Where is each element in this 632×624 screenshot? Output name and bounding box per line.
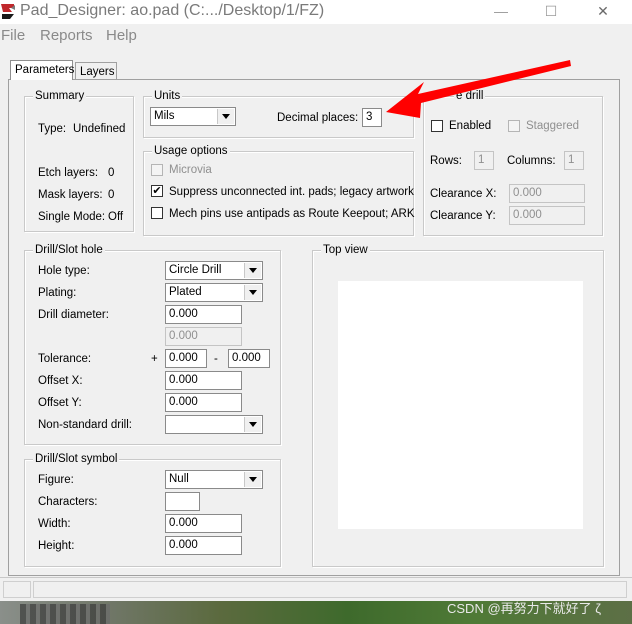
plating-label: Plating: — [38, 287, 77, 299]
maximize-button[interactable]: ☐ — [528, 0, 574, 24]
clearance-y-input[interactable]: 0.000 — [509, 206, 585, 225]
offset-y-label: Offset Y: — [38, 397, 82, 409]
drill-diameter-input[interactable]: 0.000 — [165, 305, 242, 324]
chevron-down-icon — [244, 417, 261, 432]
summary-title: Summary — [33, 89, 87, 103]
status-pane-left — [3, 581, 31, 598]
figure-label: Figure: — [38, 474, 74, 486]
tolerance-minus-sign: - — [214, 353, 218, 365]
height-label: Height: — [38, 540, 75, 552]
title-bar: Pad_Designer: ao.pad (C:.../Desktop/1/FZ… — [0, 0, 632, 24]
mask-layers-label: Mask layers: — [38, 189, 103, 201]
tab-parameters[interactable]: Parameters — [10, 60, 74, 80]
staggered-checkbox[interactable] — [508, 120, 520, 132]
usage-options-group: Usage options Microvia ✔ Suppress unconn… — [143, 144, 415, 236]
multi-drill-enabled-label: Enabled — [449, 120, 492, 132]
chevron-down-icon — [244, 472, 261, 487]
etch-layers-value: 0 — [108, 167, 115, 179]
type-value: Undefined — [73, 123, 126, 135]
top-view-group: Top view — [312, 243, 604, 567]
summary-group: Summary Type: Undefined Etch layers: 0 M… — [24, 89, 134, 232]
microvia-checkbox[interactable] — [151, 164, 163, 176]
app-icon — [1, 4, 15, 19]
minimize-button[interactable]: — — [478, 0, 524, 24]
usage-options-title: Usage options — [152, 144, 230, 158]
microvia-label: Microvia — [169, 164, 212, 176]
multiple-drill-title: e drill — [454, 89, 486, 103]
watermark-text: CSDN @再努力下就好了 ζ — [447, 601, 601, 616]
chevron-down-icon — [244, 285, 261, 300]
chevron-down-icon — [244, 263, 261, 278]
menu-help[interactable]: Help — [106, 27, 137, 44]
pad-designer-window: Pad_Designer: ao.pad (C:.../Desktop/1/FZ… — [0, 0, 632, 601]
non-standard-drill-label: Non-standard drill: — [38, 419, 132, 431]
etch-layers-label: Etch layers: — [38, 167, 99, 179]
characters-input[interactable] — [165, 492, 200, 511]
offset-x-label: Offset X: — [38, 375, 83, 387]
window-title: Pad_Designer: ao.pad (C:.../Desktop/1/FZ… — [20, 2, 325, 19]
suppress-unconnected-label: Suppress unconnected int. pads; legacy a… — [169, 186, 414, 198]
parameters-panel: Summary Type: Undefined Etch layers: 0 M… — [8, 79, 620, 576]
multiple-drill-group: e drill Enabled Staggered Rows: 1 Column… — [423, 89, 603, 236]
drill-diameter-label: Drill diameter: — [38, 309, 109, 321]
mech-pins-checkbox[interactable] — [151, 207, 163, 219]
height-input[interactable]: 0.000 — [165, 536, 242, 555]
tolerance-plus-sign: + — [151, 353, 158, 365]
offset-x-input[interactable]: 0.000 — [165, 371, 242, 390]
drill-diameter-secondary-input[interactable]: 0.000 — [165, 327, 242, 346]
width-label: Width: — [38, 518, 71, 530]
clearance-x-input[interactable]: 0.000 — [509, 184, 585, 203]
columns-label: Columns: — [507, 155, 556, 167]
top-view-title: Top view — [321, 243, 370, 257]
plating-select[interactable]: Plated — [165, 283, 263, 302]
chevron-down-icon — [217, 109, 234, 124]
clearance-y-label: Clearance Y: — [430, 210, 496, 222]
close-button[interactable]: ✕ — [580, 0, 626, 24]
hole-type-select[interactable]: Circle Drill — [165, 261, 263, 280]
drill-slot-symbol-group: Drill/Slot symbol Figure: Null Character… — [24, 452, 281, 567]
decimal-places-label: Decimal places: — [277, 112, 359, 124]
rows-input[interactable]: 1 — [474, 151, 494, 170]
tab-layers[interactable]: Layers — [75, 62, 117, 80]
units-select[interactable]: Mils — [150, 107, 236, 126]
characters-label: Characters: — [38, 496, 98, 508]
non-standard-drill-select[interactable] — [165, 415, 263, 434]
tolerance-label: Tolerance: — [38, 353, 92, 365]
single-mode-label: Single Mode: — [38, 211, 106, 223]
plating-value: Plated — [169, 286, 202, 298]
menu-file[interactable]: File — [1, 27, 25, 44]
figure-select[interactable]: Null — [165, 470, 263, 489]
columns-input[interactable]: 1 — [564, 151, 584, 170]
tolerance-minus-input[interactable]: 0.000 — [228, 349, 270, 368]
units-title: Units — [152, 89, 183, 103]
offset-y-input[interactable]: 0.000 — [165, 393, 242, 412]
hole-type-label: Hole type: — [38, 265, 90, 277]
menu-bar: File Reports Help — [0, 25, 632, 47]
units-select-value: Mils — [154, 110, 175, 122]
width-input[interactable]: 0.000 — [165, 514, 242, 533]
drill-slot-hole-title: Drill/Slot hole — [33, 243, 105, 257]
single-mode-value: Off — [108, 211, 124, 223]
clearance-x-label: Clearance X: — [430, 188, 497, 200]
suppress-unconnected-checkbox[interactable]: ✔ — [151, 185, 163, 197]
drill-slot-symbol-title: Drill/Slot symbol — [33, 452, 120, 466]
drill-slot-hole-group: Drill/Slot hole Hole type: Circle Drill … — [24, 243, 281, 445]
status-pane-main — [33, 581, 627, 598]
units-group: Units Mils Decimal places: 3 — [143, 89, 414, 138]
multi-drill-enabled-checkbox[interactable] — [431, 120, 443, 132]
staggered-label: Staggered — [526, 120, 580, 132]
hole-type-value: Circle Drill — [169, 264, 222, 276]
mech-pins-label: Mech pins use antipads as Route Keepout;… — [169, 208, 415, 220]
mask-layers-value: 0 — [108, 189, 115, 201]
figure-value: Null — [169, 473, 189, 485]
type-label: Type: — [38, 123, 67, 135]
top-view-canvas[interactable] — [338, 281, 583, 529]
menu-reports[interactable]: Reports — [40, 27, 93, 44]
rows-label: Rows: — [430, 155, 462, 167]
tolerance-plus-input[interactable]: 0.000 — [165, 349, 207, 368]
decimal-places-input[interactable]: 3 — [362, 108, 382, 127]
